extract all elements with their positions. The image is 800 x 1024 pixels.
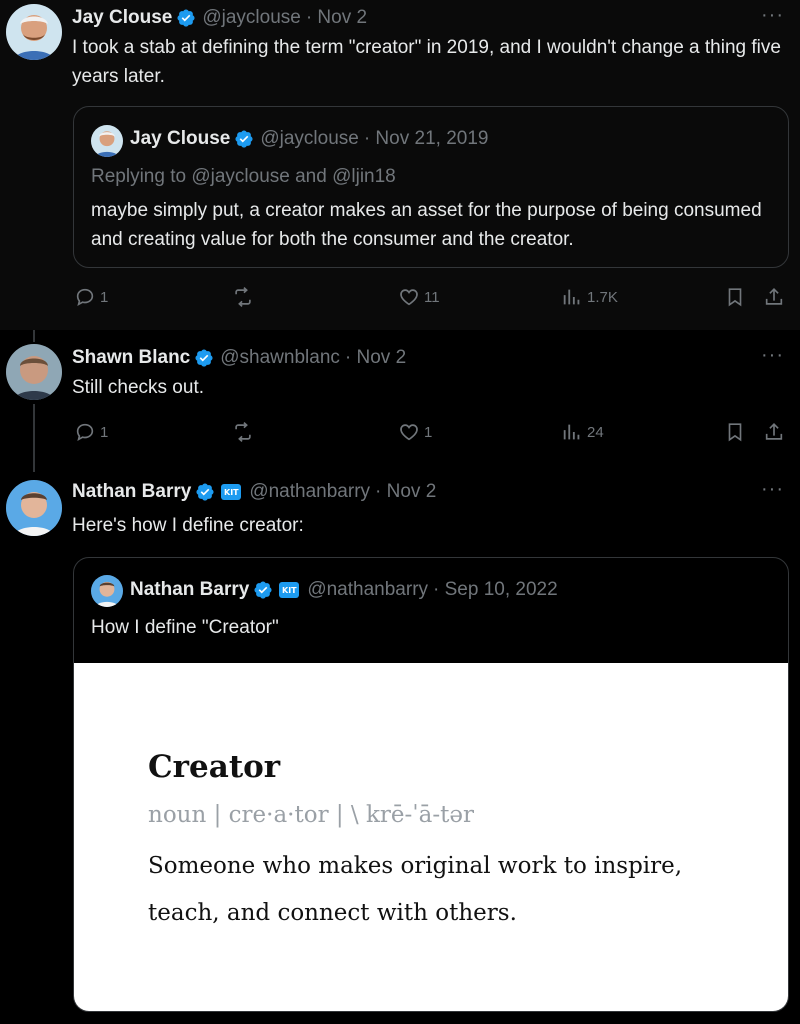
tweet[interactable]: Nathan Barry KIT @nathanbarry · Nov 2 ··… xyxy=(0,464,800,1024)
bookmark-button[interactable] xyxy=(724,286,750,308)
kit-affiliate-badge[interactable]: KIT xyxy=(221,484,242,500)
like-count: 1 xyxy=(424,423,433,441)
retweet-icon xyxy=(232,286,254,308)
tweet-date[interactable]: · Nov 2 xyxy=(375,481,436,503)
definition-pronunciation: noun | cre·a·tor | \ krē-ˈā-tər xyxy=(148,802,474,828)
more-options-icon[interactable]: ··· xyxy=(761,478,784,501)
share-icon xyxy=(763,286,785,308)
author-handle[interactable]: @shawnblanc xyxy=(220,347,340,369)
verified-badge-icon xyxy=(194,348,214,368)
author-name[interactable]: Nathan Barry xyxy=(72,481,191,503)
reply-button[interactable]: 1 xyxy=(74,421,108,443)
view-count: 1.7K xyxy=(587,288,618,306)
tweet-actions: 1 11 1.7K xyxy=(72,286,788,310)
more-options-icon[interactable]: ··· xyxy=(761,4,784,27)
quoted-date: · Sep 10, 2022 xyxy=(433,579,558,600)
avatar[interactable] xyxy=(6,344,62,400)
like-icon xyxy=(398,421,420,443)
tweet-text: Still checks out. xyxy=(72,377,204,398)
quoted-author-handle: @jayclouse xyxy=(260,128,359,149)
like-button[interactable]: 1 xyxy=(398,421,432,443)
quoted-text: maybe simply put, a creator makes an ass… xyxy=(91,200,762,250)
avatar[interactable] xyxy=(6,4,62,60)
views-button[interactable]: 1.7K xyxy=(561,286,618,308)
quoted-date: · Nov 21, 2019 xyxy=(363,128,489,149)
bookmark-icon xyxy=(724,421,746,443)
avatar[interactable] xyxy=(6,480,62,536)
reply-count: 1 xyxy=(100,288,109,306)
quoted-author-name: Jay Clouse xyxy=(130,128,231,149)
quoted-image[interactable]: Creator noun | cre·a·tor | \ krē-ˈā-tər … xyxy=(74,663,788,1011)
tweet-text: I took a stab at defining the term "crea… xyxy=(72,37,781,87)
tweet[interactable]: Shawn Blanc @shawnblanc · Nov 2 ··· Stil… xyxy=(0,330,800,464)
like-icon xyxy=(398,286,420,308)
quoted-text: How I define "Creator" xyxy=(91,617,279,638)
verified-badge-icon xyxy=(176,8,196,28)
bookmark-button[interactable] xyxy=(724,421,750,443)
tweet-date[interactable]: · Nov 2 xyxy=(306,7,367,29)
reply-icon xyxy=(74,286,96,308)
author-name[interactable]: Shawn Blanc xyxy=(72,347,190,369)
verified-badge-icon xyxy=(253,580,273,600)
reply-icon xyxy=(74,421,96,443)
author-handle[interactable]: @nathanbarry xyxy=(249,481,370,503)
quoted-avatar xyxy=(91,125,123,157)
verified-badge-icon xyxy=(195,482,215,502)
views-icon xyxy=(561,286,583,308)
tweet-actions: 1 1 24 xyxy=(72,421,788,445)
views-button[interactable]: 24 xyxy=(561,421,604,443)
author-handle[interactable]: @jayclouse xyxy=(202,7,301,29)
definition-word: Creator xyxy=(148,749,281,785)
quoted-avatar xyxy=(91,575,123,607)
replying-to: Replying to @jayclouse and @ljin18 xyxy=(91,166,396,187)
author-name[interactable]: Jay Clouse xyxy=(72,7,172,29)
kit-affiliate-badge: KIT xyxy=(279,582,300,598)
quoted-tweet[interactable]: Jay Clouse @jayclouse · Nov 21, 2019 Rep… xyxy=(73,106,789,268)
tweet[interactable]: Jay Clouse @jayclouse · Nov 2 ··· I took… xyxy=(0,0,800,330)
reply-count: 1 xyxy=(100,423,109,441)
retweet-button[interactable] xyxy=(232,286,258,308)
more-options-icon[interactable]: ··· xyxy=(761,344,784,367)
quoted-tweet[interactable]: Nathan Barry KIT @nathanbarry · Sep 10, … xyxy=(73,557,789,1012)
views-icon xyxy=(561,421,583,443)
retweet-icon xyxy=(232,421,254,443)
verified-badge-icon xyxy=(234,129,254,149)
definition-text: Someone who makes original work to inspi… xyxy=(148,853,683,926)
tweet-date[interactable]: · Nov 2 xyxy=(345,347,406,369)
tweet-text: Here's how I define creator: xyxy=(72,515,304,536)
reply-button[interactable]: 1 xyxy=(74,286,108,308)
share-button[interactable] xyxy=(763,421,789,443)
share-icon xyxy=(763,421,785,443)
like-count: 11 xyxy=(424,288,440,306)
quoted-author-handle: @nathanbarry xyxy=(307,579,429,600)
like-button[interactable]: 11 xyxy=(398,286,440,308)
share-button[interactable] xyxy=(763,286,789,308)
retweet-button[interactable] xyxy=(232,421,258,443)
quoted-author-name: Nathan Barry xyxy=(130,579,250,600)
view-count: 24 xyxy=(587,423,604,441)
bookmark-icon xyxy=(724,286,746,308)
